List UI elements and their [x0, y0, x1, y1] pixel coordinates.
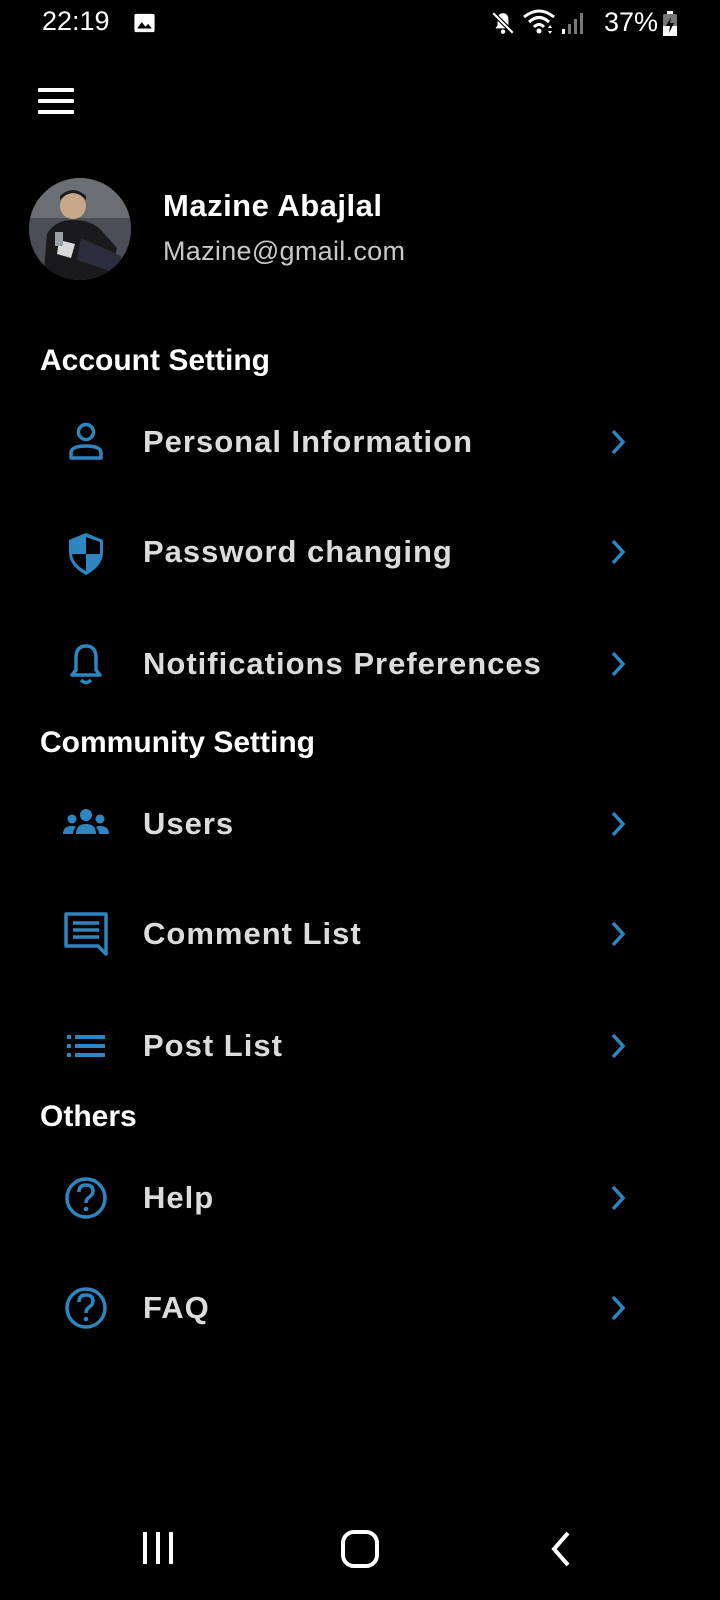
bell-icon	[70, 644, 102, 685]
back-icon[interactable]	[548, 1529, 574, 1569]
menu-item-label: FAQ	[143, 1290, 210, 1325]
profile-name: Mazine Abajlal	[163, 188, 383, 223]
system-nav-bar	[0, 1505, 720, 1600]
menu-item-notifications-preferences[interactable]: Notifications Preferences	[0, 616, 720, 716]
section-title-others: Others	[40, 1100, 137, 1133]
recent-apps-icon[interactable]	[140, 1529, 176, 1567]
help-circle-icon	[65, 1177, 107, 1219]
avatar[interactable]	[29, 178, 131, 280]
menu-item-password-changing[interactable]: Password changing	[0, 504, 720, 604]
menu-item-post-list[interactable]: Post List	[0, 998, 720, 1098]
chevron-right-icon	[611, 921, 626, 947]
chevron-right-icon	[611, 1185, 626, 1211]
wifi-icon	[523, 9, 555, 34]
menu-item-label: Comment List	[143, 916, 362, 951]
image-icon	[134, 13, 155, 33]
menu-item-label: Post List	[143, 1028, 283, 1063]
menu-item-users[interactable]: Users	[0, 774, 720, 874]
home-icon[interactable]	[340, 1529, 380, 1569]
menu-item-comment-list[interactable]: Comment List	[0, 886, 720, 986]
chevron-right-icon	[611, 1033, 626, 1059]
chevron-right-icon	[611, 1295, 626, 1321]
section-title-account-setting: Account Setting	[40, 344, 270, 377]
help-circle-icon	[65, 1287, 107, 1329]
signal-icon	[562, 13, 583, 34]
profile-header: Mazine Abajlal Mazine@gmail.com	[29, 178, 689, 282]
section-title-community-setting: Community Setting	[40, 726, 315, 759]
menu-item-label: Users	[143, 806, 235, 841]
chevron-right-icon	[611, 539, 626, 565]
menu-item-help[interactable]: Help	[0, 1148, 720, 1248]
status-bar: 22:19 37%	[0, 0, 720, 50]
hamburger-menu-icon[interactable]	[36, 86, 76, 116]
profile-email: Mazine@gmail.com	[163, 236, 406, 266]
menu-item-personal-information[interactable]: Personal Information	[0, 392, 720, 492]
group-icon	[63, 809, 109, 834]
battery-charging-icon	[663, 11, 677, 36]
chevron-right-icon	[611, 651, 626, 677]
menu-item-label: Notifications Preferences	[143, 646, 542, 681]
chevron-right-icon	[611, 811, 626, 837]
menu-item-label: Help	[143, 1180, 215, 1215]
list-icon	[67, 1035, 105, 1057]
comment-icon	[64, 912, 108, 956]
menu-item-label: Password changing	[143, 534, 453, 569]
shield-icon	[69, 533, 103, 575]
status-time: 22:19	[42, 6, 110, 36]
menu-item-label: Personal Information	[143, 424, 474, 459]
mute-icon	[491, 11, 515, 35]
person-icon	[69, 422, 103, 460]
chevron-right-icon	[611, 429, 626, 455]
menu-item-faq[interactable]: FAQ	[0, 1260, 720, 1360]
battery-percentage: 37%	[604, 7, 659, 37]
